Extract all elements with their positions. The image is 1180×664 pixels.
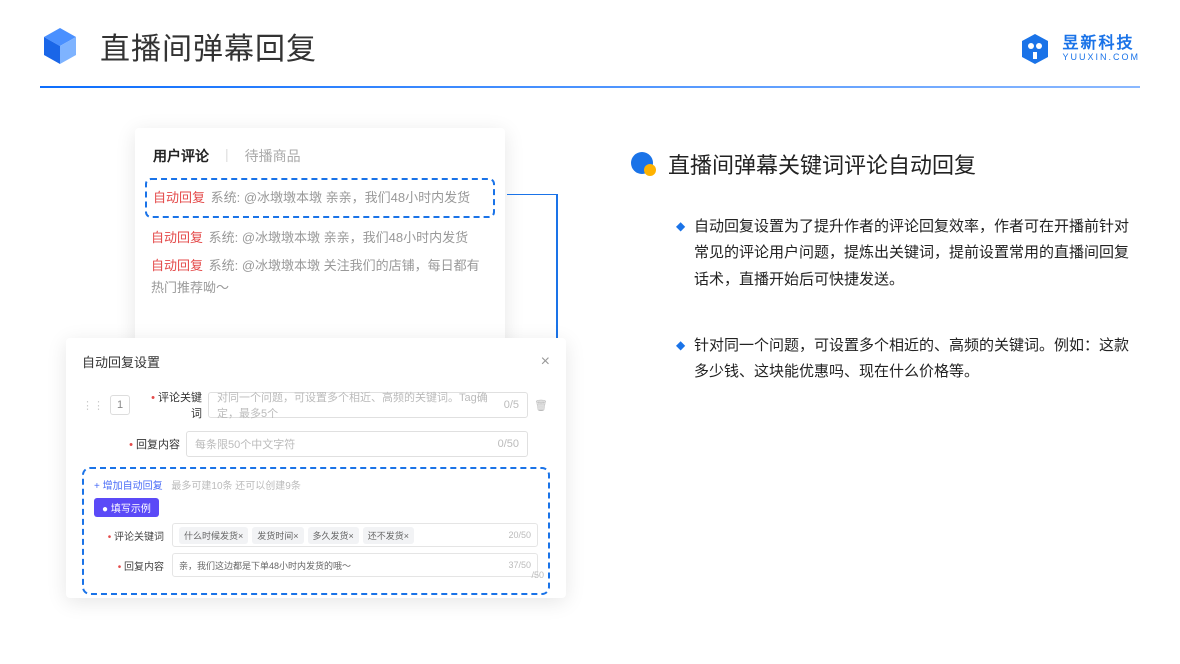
settings-title: 自动回复设置 (82, 352, 160, 371)
example-pill: ● 填写示例 (94, 498, 159, 517)
description-panel: 直播间弹幕关键词评论自动回复 自动回复设置为了提升作者的评论回复效率，作者可在开… (630, 128, 1140, 425)
example-keyword-input[interactable]: 什么时候发货× 发货时间× 多久发货× 还不发货× 20/50 (172, 523, 538, 547)
section-heading: 直播间弹幕关键词评论自动回复 (668, 148, 976, 180)
close-icon[interactable]: × (541, 353, 550, 371)
mock-panel: 用户评论 | 待播商品 自动回复 系统: @冰墩墩本墩 亲亲，我们48小时内发货… (50, 128, 570, 608)
slide-header: 直播间弹幕回复 (0, 0, 1180, 68)
brand-logo: 昱新科技 YUUXIN.COM (1018, 32, 1140, 66)
bullet-point: 针对同一个问题，可设置多个相近的、高频的关键词。例如：这款多少钱、这块能优惠吗、… (676, 333, 1140, 386)
comment-text: 系统: @冰墩墩本墩 亲亲，我们48小时内发货 (211, 190, 471, 205)
add-limit-text: 最多可建10条 还可以创建9条 (171, 481, 300, 492)
example-content-label: 回复内容 (94, 558, 172, 573)
bullet-point: 自动回复设置为了提升作者的评论回复效率，作者可在开播前针对常见的评论用户问题，提… (676, 214, 1140, 293)
comment-row: 自动回复 系统: @冰墩墩本墩 亲亲，我们48小时内发货 (151, 184, 489, 212)
content-placeholder: 每条限50个中文字符 (195, 436, 295, 452)
example-content-count: 37/50 (508, 560, 531, 570)
comment-row: 自动回复 系统: @冰墩墩本墩 亲亲，我们48小时内发货 (149, 224, 491, 252)
keyword-tag[interactable]: 还不发货× (363, 527, 414, 544)
keyword-tag[interactable]: 什么时候发货× (179, 527, 248, 544)
add-auto-reply-link[interactable]: + 增加自动回复 最多可建10条 还可以创建9条 (94, 477, 538, 492)
keyword-placeholder: 对同一个问题，可设置多个相近、高频的关键词。Tag确定，最多5个 (217, 389, 504, 421)
setting-row-content: 回复内容 每条限50个中文字符 0/50 (82, 431, 550, 457)
keyword-tag[interactable]: 多久发货× (308, 527, 359, 544)
keyword-input[interactable]: 对同一个问题，可设置多个相近、高频的关键词。Tag确定，最多5个 0/5 (208, 392, 528, 418)
example-keyword-label: 评论关键词 (94, 528, 172, 543)
content-count: 0/50 (498, 438, 519, 450)
content-input[interactable]: 每条限50个中文字符 0/50 (186, 431, 528, 457)
example-keyword-row: 评论关键词 什么时候发货× 发货时间× 多久发货× 还不发货× 20/50 (94, 523, 538, 547)
settings-card: 自动回复设置 × ⋮⋮ 1 评论关键词 对同一个问题，可设置多个相近、高频的关键… (66, 338, 566, 598)
brand-name: 昱新科技 (1062, 35, 1140, 53)
brand-icon (1018, 32, 1052, 66)
bullet-icon (630, 151, 656, 177)
auto-reply-badge: 自动回复 (153, 190, 205, 205)
example-keyword-count: 20/50 (508, 530, 531, 540)
auto-reply-badge: 自动回复 (151, 258, 203, 273)
row-index: 1 (110, 395, 130, 415)
cube-icon (40, 26, 80, 66)
footer-count: /50 (531, 570, 544, 580)
page-title: 直播间弹幕回复 (100, 24, 317, 68)
content-label: 回复内容 (122, 436, 180, 452)
brand-domain: YUUXIN.COM (1062, 53, 1140, 63)
comment-text: 系统: @冰墩墩本墩 亲亲，我们48小时内发货 (209, 230, 469, 245)
keyword-label: 评论关键词 (144, 389, 202, 421)
tabs: 用户评论 | 待播商品 (149, 146, 491, 166)
keyword-count: 0/5 (504, 399, 519, 411)
keyword-tag[interactable]: 发货时间× (252, 527, 303, 544)
example-content-input[interactable]: 亲，我们这边都是下单48小时内发货的哦～ 37/50 (172, 553, 538, 577)
tab-divider: | (225, 146, 229, 166)
comments-card: 用户评论 | 待播商品 自动回复 系统: @冰墩墩本墩 亲亲，我们48小时内发货… (135, 128, 505, 358)
auto-reply-badge: 自动回复 (151, 230, 203, 245)
highlighted-comment: 自动回复 系统: @冰墩墩本墩 亲亲，我们48小时内发货 (145, 178, 495, 218)
delete-icon[interactable]: 🗑 (534, 399, 550, 412)
drag-handle-icon[interactable]: ⋮⋮ (82, 399, 104, 412)
example-section: + 增加自动回复 最多可建10条 还可以创建9条 ● 填写示例 评论关键词 什么… (82, 467, 550, 595)
tab-user-comments[interactable]: 用户评论 (153, 146, 209, 166)
comment-row: 自动回复 系统: @冰墩墩本墩 关注我们的店铺，每日都有热门推荐呦～ (149, 252, 491, 302)
example-content-row: 回复内容 亲，我们这边都是下单48小时内发货的哦～ 37/50 (94, 553, 538, 577)
example-content-text: 亲，我们这边都是下单48小时内发货的哦～ (179, 559, 351, 572)
setting-row-keyword: ⋮⋮ 1 评论关键词 对同一个问题，可设置多个相近、高频的关键词。Tag确定，最… (82, 389, 550, 421)
tab-pending-goods[interactable]: 待播商品 (245, 146, 301, 166)
